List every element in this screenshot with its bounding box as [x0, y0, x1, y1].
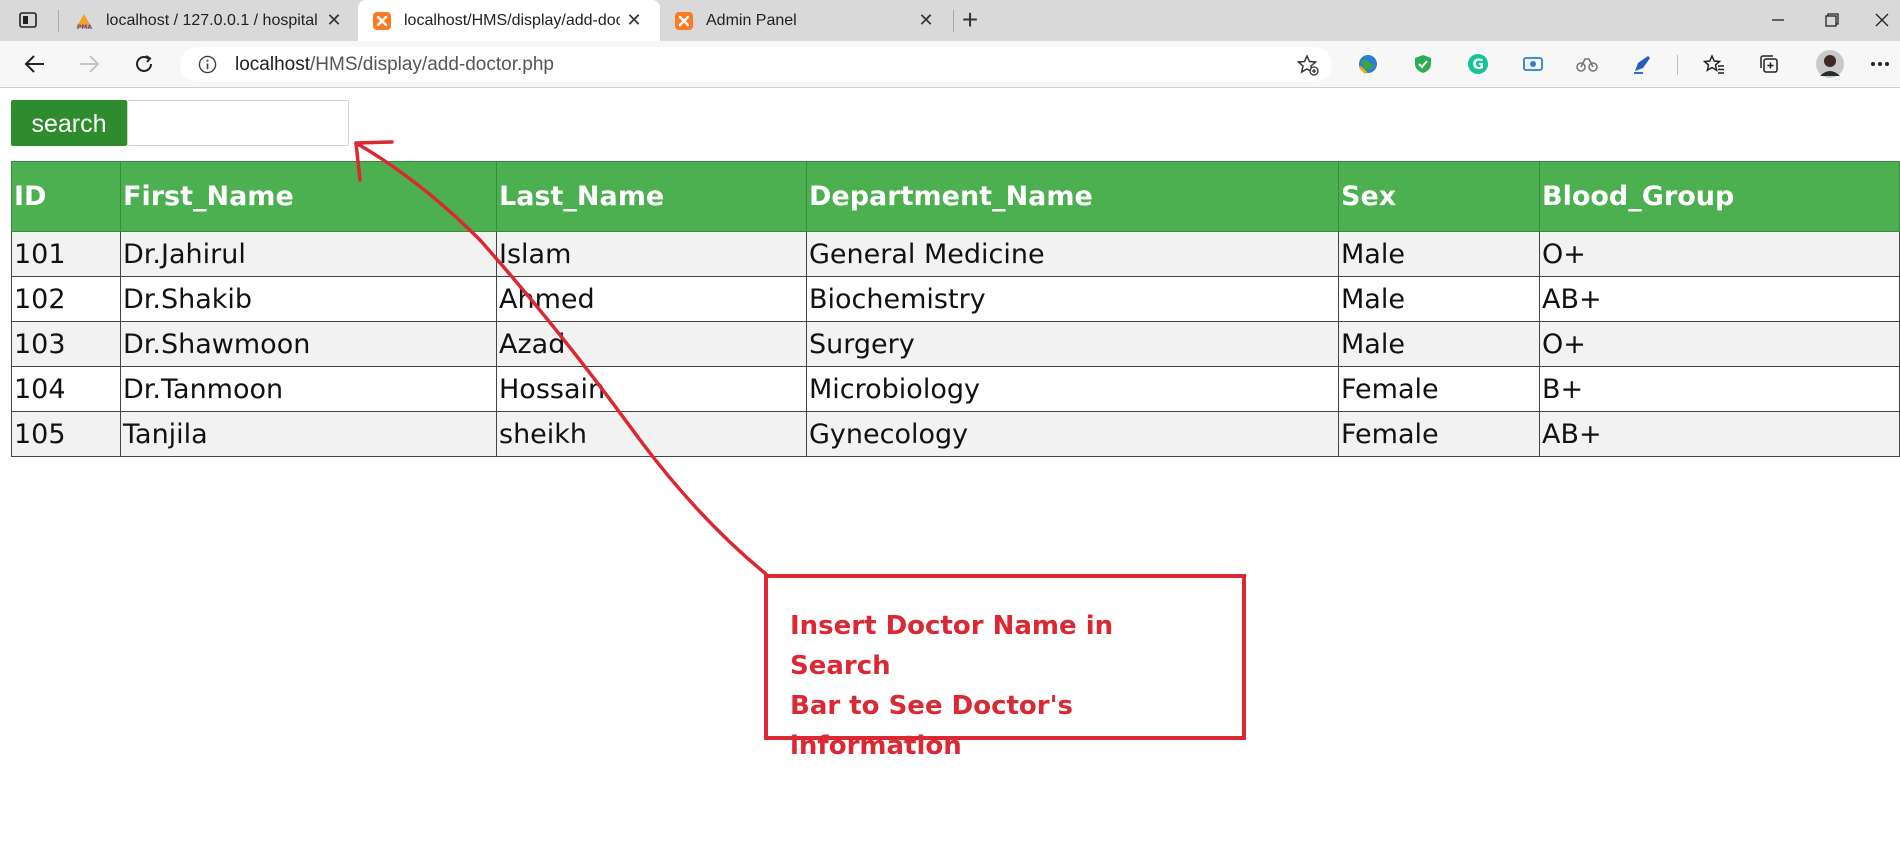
url-host: localhost	[235, 54, 310, 75]
address-bar[interactable]: localhost/HMS/display/add-doctor.php	[180, 47, 1332, 82]
cell-sex: Female	[1338, 411, 1540, 457]
cell-id: 103	[11, 321, 121, 367]
restore-icon[interactable]	[1812, 4, 1852, 36]
cell-last-name: Hossain	[496, 366, 807, 412]
cell-blood-group: AB+	[1539, 411, 1900, 457]
url-path: /HMS/display/add-doctor.php	[310, 54, 554, 75]
toolbar-separator	[1677, 55, 1678, 75]
cell-department: Gynecology	[806, 411, 1339, 457]
forward-icon[interactable]	[74, 49, 104, 79]
xampp-icon	[372, 11, 392, 31]
cell-id: 102	[11, 276, 121, 322]
annotation-callout: Insert Doctor Name in Search Bar to See …	[764, 574, 1246, 761]
cell-department: Biochemistry	[806, 276, 1339, 322]
cell-first-name: Dr.Shawmoon	[120, 321, 497, 367]
svg-text:PMA: PMA	[77, 24, 92, 30]
cell-sex: Male	[1338, 321, 1540, 367]
table-row: 103 Dr.Shawmoon Azad Surgery Male O+	[11, 321, 1900, 367]
refresh-icon[interactable]	[129, 49, 159, 79]
cell-last-name: Islam	[496, 231, 807, 277]
table-row: 101 Dr.Jahirul Islam General Medicine Ma…	[11, 231, 1900, 277]
more-options-icon[interactable]	[1868, 52, 1892, 76]
column-header-department-name: Department_Name	[806, 161, 1339, 232]
close-tab-icon[interactable]: ✕	[624, 10, 644, 30]
tab-add-doctor[interactable]: localhost/HMS/display/add-doct ✕	[358, 0, 660, 41]
url-text[interactable]: localhost/HMS/display/add-doctor.php	[235, 54, 554, 76]
tab-title: Admin Panel	[706, 11, 797, 29]
grammarly-icon[interactable]: G	[1466, 52, 1490, 76]
cell-first-name: Dr.Shakib	[120, 276, 497, 322]
cell-department: General Medicine	[806, 231, 1339, 277]
search-input[interactable]	[127, 100, 349, 146]
cell-sex: Female	[1338, 366, 1540, 412]
tab-admin-panel[interactable]: Admin Panel ✕	[660, 0, 952, 41]
new-tab-icon[interactable]: +	[955, 6, 985, 36]
cell-sex: Male	[1338, 231, 1540, 277]
cell-blood-group: O+	[1539, 231, 1900, 277]
add-favorite-icon[interactable]	[1296, 53, 1320, 77]
cell-first-name: Tanjila	[120, 411, 497, 457]
extension-puzzle-icon[interactable]	[1575, 52, 1599, 76]
column-header-last-name: Last_Name	[496, 161, 807, 232]
annotation-text-line: Insert Doctor Name in Search	[790, 611, 1114, 681]
shield-extension-icon[interactable]	[1411, 52, 1435, 76]
cell-id: 105	[11, 411, 121, 457]
table-row: 104 Dr.Tanmoon Hossain Microbiology Fema…	[11, 366, 1900, 412]
annotation-text-line: Bar to See Doctor's	[790, 691, 1074, 721]
cell-blood-group: B+	[1539, 366, 1900, 412]
tab-actions-icon[interactable]	[14, 8, 42, 32]
close-tab-icon[interactable]: ✕	[324, 10, 344, 30]
cell-department: Microbiology	[806, 366, 1339, 412]
tab-separator	[58, 10, 59, 32]
column-header-blood-group: Blood_Group	[1539, 161, 1900, 232]
tab-title: localhost/HMS/display/add-doct	[404, 11, 620, 29]
tab-title: localhost / 127.0.0.1 / hospital / d	[106, 11, 322, 29]
column-header-id: ID	[11, 161, 121, 232]
cell-id: 101	[11, 231, 121, 277]
xampp-icon	[674, 11, 694, 31]
cell-blood-group: O+	[1539, 321, 1900, 367]
table-row: 102 Dr.Shakib Ahmed Biochemistry Male AB…	[11, 276, 1900, 322]
profile-avatar[interactable]	[1815, 49, 1845, 79]
phpmyadmin-icon: PMA	[74, 11, 94, 31]
annotation-text-line: information	[790, 731, 962, 761]
cell-id: 104	[11, 366, 121, 412]
tab-phpmyadmin[interactable]: PMA localhost / 127.0.0.1 / hospital / d…	[60, 0, 360, 41]
doctors-table: ID First_Name Last_Name Department_Name …	[11, 161, 1900, 457]
svg-text:G: G	[1473, 57, 1485, 73]
tab-separator	[953, 10, 954, 32]
column-header-first-name: First_Name	[120, 161, 497, 232]
collections-icon[interactable]	[1757, 52, 1781, 76]
cell-last-name: Azad	[496, 321, 807, 367]
tab-strip: PMA localhost / 127.0.0.1 / hospital / d…	[0, 0, 1900, 41]
search-button[interactable]: search	[11, 100, 127, 146]
cell-first-name: Dr.Jahirul	[120, 231, 497, 277]
close-tab-icon[interactable]: ✕	[916, 10, 936, 30]
cell-first-name: Dr.Tanmoon	[120, 366, 497, 412]
close-window-icon[interactable]	[1862, 4, 1900, 36]
table-row: 105 Tanjila sheikh Gynecology Female AB+	[11, 411, 1900, 457]
column-header-sex: Sex	[1338, 161, 1540, 232]
cell-sex: Male	[1338, 276, 1540, 322]
minimize-icon[interactable]	[1758, 4, 1798, 36]
site-info-icon[interactable]	[198, 55, 217, 74]
globe-extension-icon[interactable]	[1356, 52, 1380, 76]
cell-last-name: Ahmed	[496, 276, 807, 322]
browser-toolbar: localhost/HMS/display/add-doctor.php G	[0, 41, 1900, 88]
cell-blood-group: AB+	[1539, 276, 1900, 322]
back-icon[interactable]	[20, 49, 50, 79]
pen-extension-icon[interactable]	[1630, 52, 1654, 76]
favorites-icon[interactable]	[1702, 52, 1726, 76]
cell-department: Surgery	[806, 321, 1339, 367]
screen-capture-icon[interactable]	[1521, 52, 1545, 76]
cell-last-name: sheikh	[496, 411, 807, 457]
table-header-row: ID First_Name Last_Name Department_Name …	[11, 161, 1900, 232]
